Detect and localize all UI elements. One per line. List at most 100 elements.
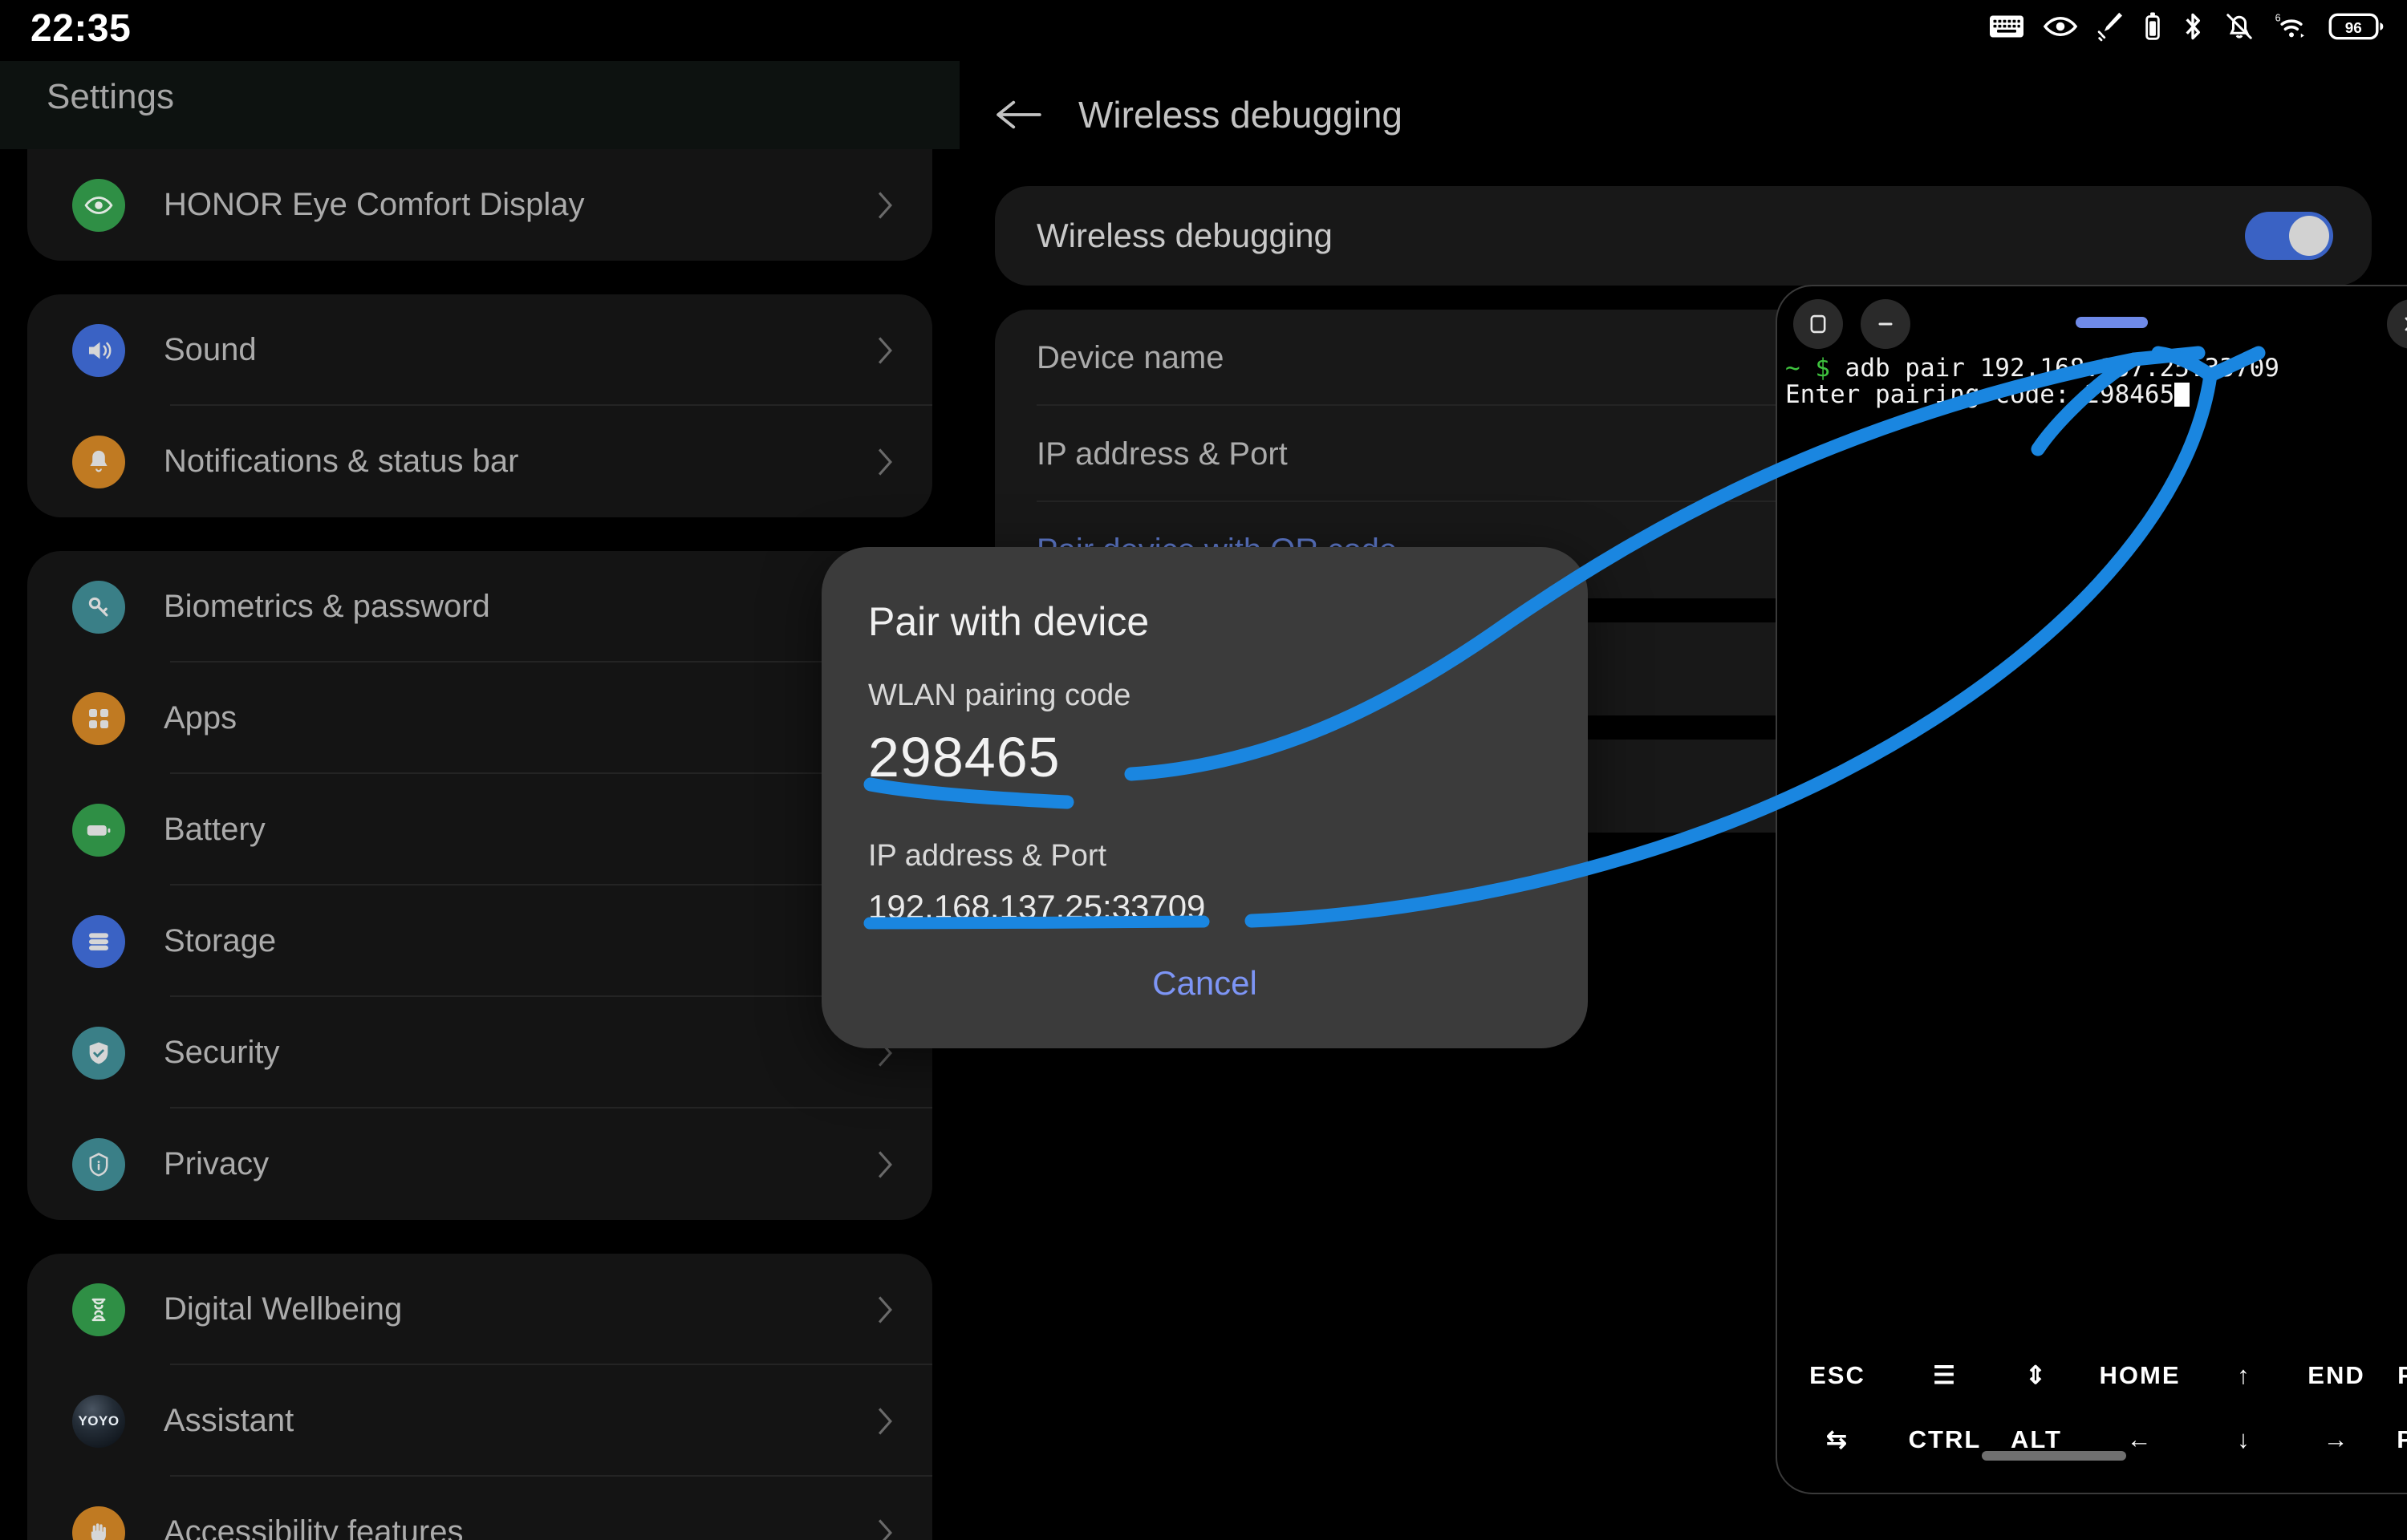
- screen-root: HONOR Eye Comfort Display Sound: [0, 0, 2407, 1540]
- sidebar-group-sound: Sound Notifications & status bar: [27, 294, 932, 517]
- key-end[interactable]: END: [2289, 1361, 2384, 1390]
- eye-comfort-icon: [2043, 14, 2078, 38]
- sidebar-item-label: Apps: [164, 700, 876, 736]
- chevron-right-icon: [876, 1295, 894, 1325]
- toggle-label: Wireless debugging: [1037, 217, 2245, 255]
- sidebar-item-label: Assistant: [164, 1403, 876, 1439]
- key-pgup[interactable]: PGUP: [2384, 1361, 2407, 1390]
- key-esc[interactable]: ESC: [1777, 1361, 1898, 1390]
- sidebar-item-label: HONOR Eye Comfort Display: [164, 187, 876, 223]
- sidebar-item-label: Sound: [164, 332, 876, 368]
- sidebar-item-label: Security: [164, 1035, 876, 1071]
- dialog-title: Pair with device: [868, 598, 1149, 645]
- battery-icon: [72, 804, 125, 857]
- chevron-right-icon: [876, 447, 894, 477]
- status-bar: 22:35: [0, 0, 2407, 61]
- chevron-right-icon: [876, 1149, 894, 1180]
- shield-check-icon: [72, 1027, 125, 1080]
- sidebar-item-storage[interactable]: Storage: [27, 886, 932, 997]
- dialog-ip-value: 192.168.137.25:33709: [868, 888, 1205, 926]
- battery-96-icon: 96: [2328, 12, 2385, 41]
- pen-battery-icon: [2144, 11, 2161, 42]
- terminal-cursor: [2174, 383, 2190, 407]
- key-arrow-up[interactable]: ↑: [2199, 1361, 2289, 1390]
- key-arrow-down[interactable]: ↓: [2199, 1425, 2289, 1454]
- sidebar-item-label: Privacy: [164, 1146, 876, 1182]
- sidebar-scroll-area[interactable]: HONOR Eye Comfort Display Sound: [0, 0, 960, 1540]
- close-icon[interactable]: [2387, 299, 2407, 349]
- yoyo-assistant-icon: YOYO: [72, 1395, 125, 1448]
- sidebar-item-assistant[interactable]: YOYO Assistant: [27, 1365, 932, 1477]
- key-arrow-right[interactable]: →: [2289, 1425, 2384, 1454]
- sidebar-item-label: Digital Wellbeing: [164, 1291, 876, 1327]
- sidebar-item-honor-eye-comfort-display[interactable]: HONOR Eye Comfort Display: [27, 149, 932, 261]
- sidebar-item-label: Notifications & status bar: [164, 444, 876, 480]
- bell-icon: [72, 436, 125, 488]
- key-tab[interactable]: ⇆: [1777, 1425, 1898, 1454]
- stylus-icon: [2097, 11, 2125, 42]
- sidebar-item-digital-wellbeing[interactable]: Digital Wellbeing: [27, 1254, 932, 1365]
- sidebar-item-biometrics-password[interactable]: Biometrics & password: [27, 551, 932, 663]
- terminal-window: ~ $ adb pair 192.168.137.25:33709 Enter …: [1776, 285, 2407, 1494]
- status-bar-clock: 22:35: [30, 6, 131, 51]
- terminal-title-bar[interactable]: [1777, 286, 2407, 360]
- status-bar-icons: 6 96: [1990, 11, 2385, 42]
- switch-knob: [2289, 216, 2329, 256]
- key-arrow-left[interactable]: ←: [2080, 1425, 2199, 1454]
- pairing-code-value: 298465: [868, 725, 1061, 789]
- terminal-output[interactable]: ~ $ adb pair 192.168.137.25:33709 Enter …: [1785, 355, 2407, 408]
- chevron-right-icon: [876, 1518, 894, 1540]
- pairing-code-label: WLAN pairing code: [868, 679, 1130, 713]
- sidebar-item-sound[interactable]: Sound: [27, 294, 932, 406]
- minimize-icon[interactable]: [1861, 299, 1910, 349]
- wireless-debugging-switch[interactable]: [2245, 212, 2333, 260]
- wireless-debugging-toggle-row[interactable]: Wireless debugging: [995, 186, 2372, 286]
- hand-icon: [72, 1506, 125, 1540]
- eye-comfort-display-icon: [72, 179, 125, 232]
- bluetooth-icon: [2181, 11, 2205, 42]
- terminal-keys-row-1: ESC ☰ ⇕ HOME ↑ END PGUP: [1777, 1343, 2407, 1408]
- terminal-keys-row-2: ⇆ CTRL ALT ← ↓ → PGDN: [1777, 1408, 2407, 1472]
- terminal-pairing-prompt-line: Enter pairing code: 298465: [1785, 380, 2174, 409]
- page-title: Settings: [47, 77, 174, 117]
- main-header: Wireless debugging: [960, 71, 1402, 159]
- cancel-button[interactable]: Cancel: [822, 964, 1588, 1003]
- back-arrow-icon[interactable]: [993, 96, 1043, 133]
- speaker-icon: [72, 324, 125, 377]
- device-name-label: Device name: [1037, 340, 1224, 376]
- yoyo-badge-text: YOYO: [78, 1413, 119, 1429]
- sidebar-item-privacy[interactable]: Privacy: [27, 1108, 932, 1220]
- sidebar-item-notifications-status-bar[interactable]: Notifications & status bar: [27, 406, 932, 517]
- maximize-icon[interactable]: [1793, 299, 1843, 349]
- sidebar-item-label: Biometrics & password: [164, 589, 876, 625]
- sidebar-item-label: Accessibility features: [164, 1514, 876, 1540]
- sidebar-item-accessibility-features[interactable]: Accessibility features: [27, 1477, 932, 1540]
- sidebar-item-apps[interactable]: Apps: [27, 663, 932, 774]
- dialog-ip-label: IP address & Port: [868, 839, 1106, 873]
- pair-with-device-dialog: Pair with device WLAN pairing code 29846…: [822, 547, 1588, 1048]
- apps-grid-icon: [72, 692, 125, 745]
- window-drag-handle[interactable]: [2076, 317, 2148, 328]
- main-page-title: Wireless debugging: [1078, 93, 1402, 136]
- ip-address-port-label: IP address & Port: [1037, 436, 1288, 472]
- hourglass-icon: [72, 1283, 125, 1336]
- chevron-right-icon: [876, 1406, 894, 1437]
- terminal-extra-keys: ESC ☰ ⇕ HOME ↑ END PGUP ⇆ CTRL ALT ← ↓ →…: [1777, 1343, 2407, 1472]
- mute-bell-icon: [2224, 12, 2255, 41]
- sidebar-group-display: HONOR Eye Comfort Display: [27, 149, 932, 261]
- privacy-lock-icon: [72, 1138, 125, 1191]
- key-pgdn[interactable]: PGDN: [2384, 1425, 2407, 1454]
- sidebar-item-label: Storage: [164, 923, 876, 959]
- key-alt[interactable]: ALT: [1992, 1425, 2080, 1454]
- key-icon: [72, 581, 125, 634]
- home-indicator[interactable]: [1982, 1451, 2126, 1461]
- key-updown[interactable]: ⇕: [1992, 1361, 2080, 1390]
- storage-icon: [72, 915, 125, 968]
- wifi-6-icon: 6: [2274, 12, 2309, 41]
- key-menu[interactable]: ☰: [1898, 1361, 1992, 1390]
- sidebar-item-battery[interactable]: Battery: [27, 774, 932, 886]
- key-home[interactable]: HOME: [2080, 1361, 2199, 1390]
- key-ctrl[interactable]: CTRL: [1898, 1425, 1992, 1454]
- chevron-right-icon: [876, 335, 894, 366]
- sidebar-item-security[interactable]: Security: [27, 997, 932, 1108]
